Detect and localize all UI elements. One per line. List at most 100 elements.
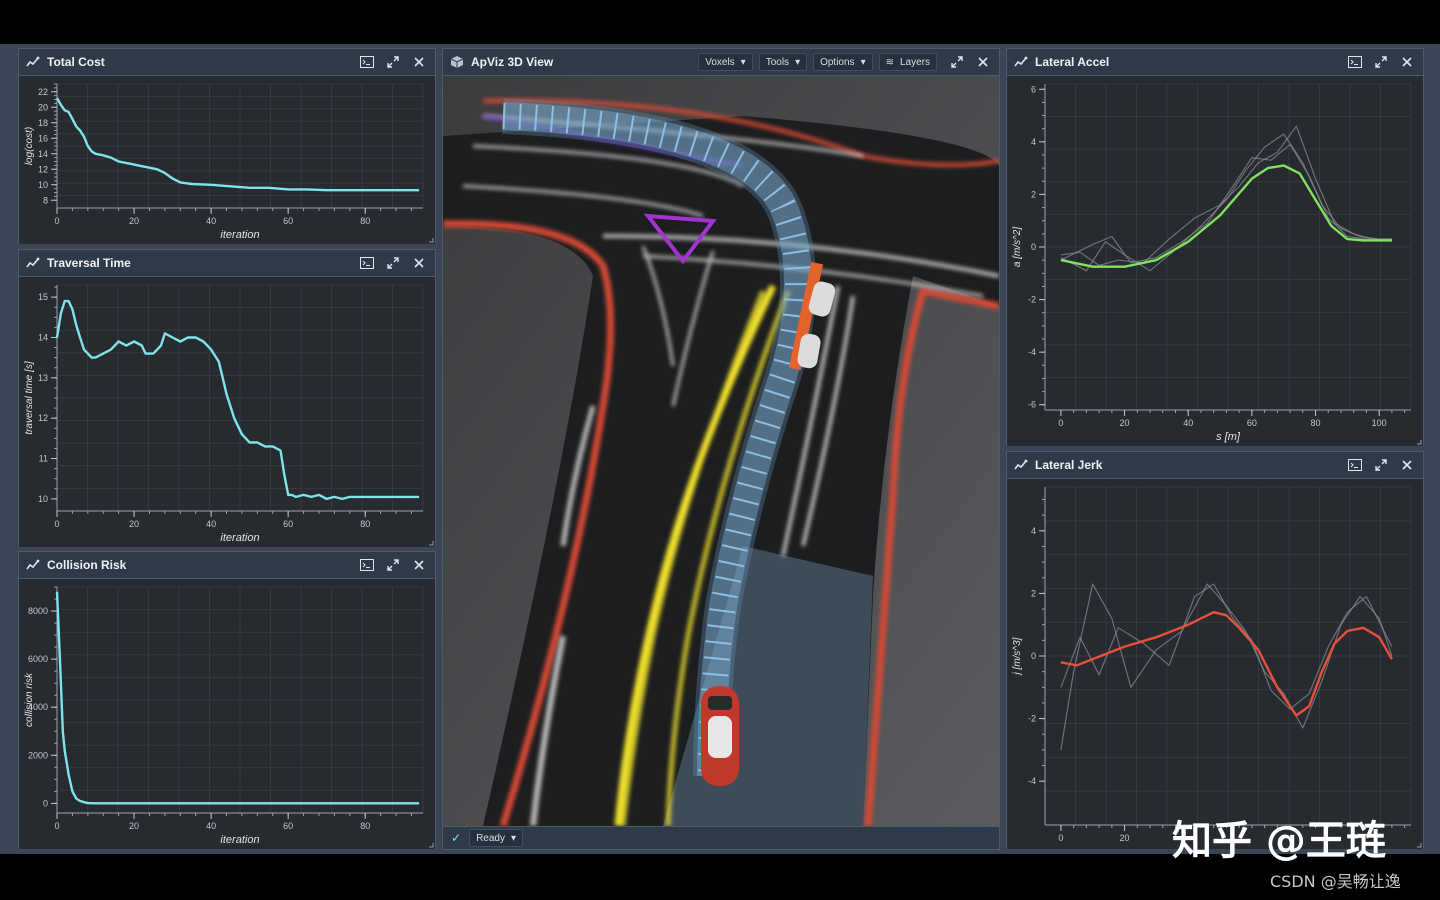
plot-background — [19, 76, 435, 244]
y-tick-label: 10 — [38, 494, 48, 504]
panel-title: Total Cost — [47, 55, 105, 69]
y-tick-label: 10 — [38, 180, 48, 190]
tools-dropdown[interactable]: Tools ▾ — [758, 53, 808, 71]
console-icon[interactable] — [1347, 54, 1363, 70]
y-tick-label: 0 — [1031, 651, 1036, 661]
graph-icon — [1013, 54, 1029, 70]
x-tick-label: 0 — [1058, 418, 1063, 428]
plot-background — [19, 277, 435, 547]
x-tick-label: 20 — [1120, 418, 1130, 428]
expand-icon[interactable] — [1373, 54, 1389, 70]
panel-title: Lateral Jerk — [1035, 458, 1103, 472]
y-tick-label: -2 — [1028, 295, 1036, 305]
chevron-down-icon: ▾ — [860, 56, 866, 68]
y-axis-label: collision risk — [24, 672, 35, 727]
options-dropdown[interactable]: Options ▾ — [813, 53, 873, 71]
x-tick-label: 40 — [206, 216, 216, 226]
console-icon[interactable] — [1347, 457, 1363, 473]
y-tick-label: 0 — [1031, 242, 1036, 252]
y-tick-label: 6 — [1031, 84, 1036, 94]
y-tick-label: 15 — [38, 292, 48, 302]
3d-scene[interactable] — [443, 76, 999, 826]
y-axis-label: traversal time [s] — [24, 361, 35, 435]
total-cost-panel: Total Cost 0 20 40 60 80 8 10 12 14 16 18 20 22 itera… — [18, 48, 436, 244]
x-tick-label: 20 — [129, 216, 139, 226]
zhihu-watermark: 知乎 @王琏 — [1172, 818, 1386, 864]
x-tick-label: 40 — [206, 821, 216, 831]
expand-icon[interactable] — [385, 54, 401, 70]
status-bar: ✓ Ready ▾ — [443, 826, 999, 849]
chevron-down-icon: ▾ — [510, 832, 516, 844]
y-tick-label: -4 — [1028, 347, 1036, 357]
panel-header[interactable]: Collision Risk — [19, 552, 435, 579]
graph-icon — [25, 557, 41, 573]
voxels-dropdown[interactable]: Voxels ▾ — [698, 53, 753, 71]
panel-header[interactable]: Lateral Jerk — [1007, 452, 1423, 479]
y-tick-label: 12 — [38, 413, 48, 423]
x-axis-label: iteration — [220, 532, 259, 544]
panel-header[interactable]: Lateral Accel — [1007, 49, 1423, 76]
console-icon[interactable] — [359, 557, 375, 573]
console-icon[interactable] — [359, 54, 375, 70]
layers-icon: ≋ — [885, 56, 894, 68]
close-icon[interactable] — [411, 255, 427, 271]
y-tick-label: 2 — [1031, 588, 1036, 598]
plot-background — [19, 579, 435, 849]
close-icon[interactable] — [1399, 457, 1415, 473]
y-tick-label: 22 — [38, 87, 48, 97]
x-tick-label: 0 — [54, 216, 59, 226]
y-tick-label: 18 — [38, 118, 48, 128]
dropdown-label: Options — [820, 56, 855, 68]
x-tick-label: 0 — [54, 519, 59, 529]
dropdown-label: Layers — [899, 56, 930, 68]
csdn-watermark: CSDN @吴畅让逸 — [1270, 872, 1401, 891]
panel-title: Lateral Accel — [1035, 55, 1110, 69]
close-icon[interactable] — [975, 54, 991, 70]
lateral-accel-panel: Lateral Accel 0 20 40 60 80 100 -6 -4 -2 0 2 4 6 s [m… — [1006, 48, 1424, 446]
status-dropdown[interactable]: Ready ▾ — [469, 829, 523, 847]
y-axis-label: j [m/s^3] — [1012, 637, 1023, 676]
panel-header[interactable]: ApViz 3D View Voxels ▾ Tools ▾ Options ▾ ≋ L… — [443, 49, 999, 76]
x-tick-label: 40 — [1183, 418, 1193, 428]
expand-icon[interactable] — [385, 255, 401, 271]
y-tick-label: 6000 — [28, 654, 48, 664]
dropdown-label: Voxels — [705, 56, 735, 68]
expand-icon[interactable] — [949, 54, 965, 70]
check-icon: ✓ — [451, 831, 462, 845]
y-tick-label: 20 — [38, 102, 48, 112]
x-tick-label: 80 — [360, 821, 370, 831]
x-tick-label: 40 — [206, 519, 216, 529]
collision-risk-chart[interactable]: 0 20 40 60 8002000400060008000iterationcolli… — [19, 579, 435, 849]
x-tick-label: 20 — [1120, 833, 1130, 843]
traversal-time-chart[interactable]: 0 20 40 60 80 10 11 12 13 14 15 iteration traversal … — [19, 277, 435, 547]
panel-title: ApViz 3D View — [471, 55, 554, 69]
lateral-jerk-chart[interactable]: 0 20 -4 -2 0 2 4 j [m/s^3] — [1007, 479, 1423, 849]
y-tick-label: -6 — [1028, 400, 1036, 410]
console-icon[interactable] — [359, 255, 375, 271]
x-tick-label: 80 — [360, 216, 370, 226]
y-tick-label: 8 — [43, 195, 48, 205]
y-tick-label: 14 — [38, 149, 48, 159]
graph-icon — [25, 255, 41, 271]
close-icon[interactable] — [1399, 54, 1415, 70]
expand-icon[interactable] — [385, 557, 401, 573]
close-icon[interactable] — [411, 54, 427, 70]
lateral-accel-chart[interactable]: 0 20 40 60 80 100 -6 -4 -2 0 2 4 6 s [m] a [m/s^2] — [1007, 76, 1423, 446]
panel-header[interactable]: Traversal Time — [19, 250, 435, 277]
y-tick-label: 8000 — [28, 606, 48, 616]
y-tick-label: 0 — [43, 798, 48, 808]
x-tick-label: 0 — [54, 821, 59, 831]
y-tick-label: 4 — [1031, 526, 1036, 536]
collision-risk-panel: Collision Risk 0 20 40 60 80 0 2000 4000 6000 800… — [18, 551, 436, 849]
panel-header[interactable]: Total Cost — [19, 49, 435, 76]
y-tick-label: 2 — [1031, 189, 1036, 199]
y-tick-label: 11 — [39, 454, 48, 464]
close-icon[interactable] — [411, 557, 427, 573]
graph-icon — [1013, 457, 1029, 473]
chevron-down-icon: ▾ — [740, 56, 746, 68]
layers-button[interactable]: ≋ Layers — [878, 53, 937, 71]
expand-icon[interactable] — [1373, 457, 1389, 473]
y-tick-label: 12 — [38, 164, 48, 174]
total-cost-chart[interactable]: 0 20 40 60 80 8 10 12 14 16 18 20 22 iteration log(cos… — [19, 76, 435, 244]
y-tick-label: 16 — [38, 133, 48, 143]
